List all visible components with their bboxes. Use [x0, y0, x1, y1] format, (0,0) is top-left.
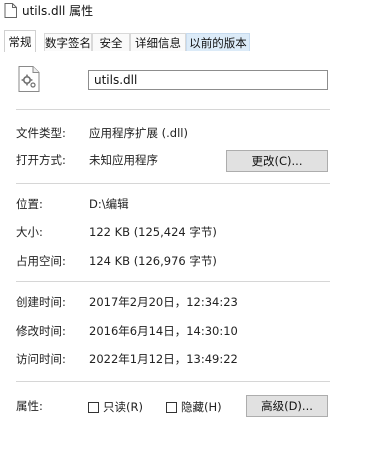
- file-type-value: 应用程序扩展 (.dll): [89, 126, 188, 140]
- readonly-label: 只读(R): [103, 400, 143, 414]
- size-on-disk-value: 124 KB (126,976 字节): [89, 254, 217, 268]
- size-label: 大小:: [16, 225, 43, 239]
- opens-with-value: 未知应用程序: [89, 153, 158, 167]
- readonly-checkbox[interactable]: 只读(R): [88, 399, 143, 415]
- hidden-label: 隐藏(H): [181, 400, 222, 414]
- tab-general[interactable]: 常规: [4, 30, 36, 53]
- created-value: 2017年2月20日，12:34:23: [89, 295, 238, 309]
- accessed-value: 2022年1月12日，13:49:22: [89, 352, 238, 366]
- size-on-disk-label: 占用空间:: [16, 254, 66, 268]
- accessed-label: 访问时间:: [16, 352, 66, 366]
- file-name-field[interactable]: utils.dll: [88, 70, 328, 90]
- separator: [16, 183, 330, 184]
- checkbox-box[interactable]: [88, 401, 99, 413]
- attributes-label: 属性:: [16, 399, 43, 413]
- location-value: D:\编辑: [89, 197, 129, 211]
- separator: [16, 381, 330, 382]
- hidden-checkbox[interactable]: 隐藏(H): [166, 399, 222, 415]
- tab-previous-versions[interactable]: 以前的版本: [186, 33, 250, 51]
- window-title: utils.dll 属性: [22, 4, 94, 18]
- modified-label: 修改时间:: [16, 324, 66, 338]
- tab-digital-signatures[interactable]: 数字签名: [44, 33, 92, 51]
- file-icon: [4, 3, 17, 18]
- modified-value: 2016年6月14日，14:30:10: [89, 324, 238, 338]
- separator: [16, 281, 330, 282]
- advanced-button[interactable]: 高级(D)...: [246, 395, 328, 417]
- separator: [16, 109, 330, 110]
- file-type-label: 文件类型:: [16, 126, 66, 140]
- title-bar: utils.dll 属性: [0, 0, 389, 22]
- opens-with-label: 打开方式:: [16, 153, 66, 167]
- location-label: 位置:: [16, 197, 43, 211]
- dll-file-gear-icon: [18, 66, 40, 92]
- general-panel: utils.dll 文件类型: 应用程序扩展 (.dll) 打开方式: 未知应用…: [0, 52, 389, 463]
- tab-bar: 常规 数字签名 安全 详细信息 以前的版本: [0, 30, 389, 53]
- tab-security[interactable]: 安全: [92, 33, 130, 51]
- change-button[interactable]: 更改(C)...: [226, 150, 328, 172]
- size-value: 122 KB (125,424 字节): [89, 225, 217, 239]
- created-label: 创建时间:: [16, 295, 66, 309]
- tab-details[interactable]: 详细信息: [130, 33, 186, 51]
- checkbox-box[interactable]: [166, 401, 177, 413]
